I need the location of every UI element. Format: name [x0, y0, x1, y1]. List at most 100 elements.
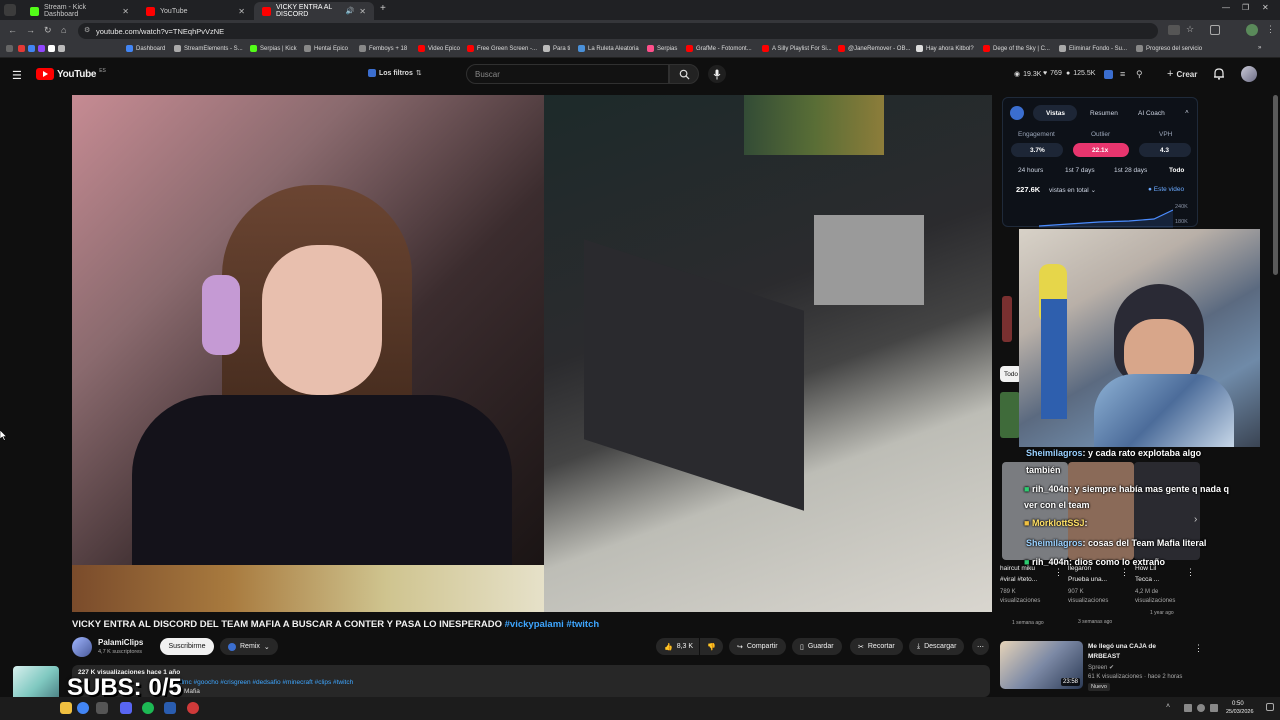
bookmark-item[interactable]: Dashboard: [126, 45, 165, 52]
video-player[interactable]: [72, 95, 992, 612]
rec-video-title-line2[interactable]: MRBEAST: [1088, 653, 1120, 660]
more-actions-button[interactable]: ⋯: [972, 638, 989, 655]
more-icon[interactable]: ⋮: [1054, 567, 1063, 578]
apps-icon[interactable]: [6, 45, 13, 52]
home-icon[interactable]: ⌂: [61, 25, 66, 35]
bookmark-item[interactable]: Femboys + 18: [359, 45, 407, 52]
maximize-button[interactable]: ❐: [1242, 3, 1249, 12]
obs-icon[interactable]: [187, 702, 199, 714]
back-icon[interactable]: ←: [8, 25, 17, 35]
bookmark-item[interactable]: @JaneRemover - OB...: [838, 45, 910, 52]
channel-name[interactable]: PalamiClips: [98, 638, 143, 647]
close-icon[interactable]: ✕: [122, 7, 129, 16]
bookmark-item[interactable]: Dege of the Sky | C...: [983, 45, 1050, 52]
clock-time[interactable]: 0:50: [1232, 701, 1244, 707]
filters-button[interactable]: Los filtros ⇅: [368, 69, 422, 77]
more-icon[interactable]: ⋮: [1194, 643, 1203, 654]
subscribe-button[interactable]: Suscribirme: [160, 638, 214, 655]
tray-icon[interactable]: [1184, 704, 1192, 712]
speaker-icon[interactable]: 🔊: [346, 7, 355, 15]
rec-video-thumbnail[interactable]: 23:58: [1000, 641, 1083, 689]
save-button[interactable]: ▯ Guardar: [792, 638, 842, 655]
like-button[interactable]: 👍 8,3 K: [656, 638, 700, 655]
spotify-icon[interactable]: [142, 702, 154, 714]
tab-search-icon[interactable]: [4, 4, 16, 16]
forward-icon[interactable]: →: [26, 25, 35, 35]
bookmark-item[interactable]: GrafMe - Fotomont...: [686, 45, 752, 52]
star-icon[interactable]: ☆: [1186, 24, 1194, 35]
tab-resumen[interactable]: Resumen: [1090, 110, 1118, 117]
video-hashtags[interactable]: #vickypalami #twitch: [505, 619, 600, 630]
address-bar[interactable]: ⚙ youtube.com/watch?v=TNEqhPvVzNE: [78, 23, 1158, 39]
tab-youtube[interactable]: YouTube ✕: [138, 2, 253, 20]
tab-video[interactable]: VICKY ENTRA AL DISCORD 🔊 ✕: [254, 2, 374, 20]
sliders-icon[interactable]: ≡: [1120, 69, 1125, 79]
notification-center-icon[interactable]: [1266, 703, 1274, 711]
account-avatar[interactable]: [1241, 66, 1257, 82]
window-close-button[interactable]: ✕: [1262, 3, 1269, 12]
bookmark-item[interactable]: Progreso del servicio: [1136, 45, 1202, 52]
bookmark-item[interactable]: StreamElements - S...: [174, 45, 243, 52]
bookmark-item[interactable]: Free Green Screen -...: [467, 45, 537, 52]
tray-chevron-icon[interactable]: ˄: [1166, 703, 1170, 710]
collapse-icon[interactable]: ˄: [1185, 109, 1189, 116]
app-icon[interactable]: [96, 702, 108, 714]
short-title[interactable]: How Lil: [1135, 565, 1156, 572]
rec-video-channel[interactable]: Spreen ✔: [1088, 664, 1114, 671]
bookmark-item[interactable]: La Ruleta Aleatoria: [578, 45, 639, 52]
more-bookmarks-icon[interactable]: »: [1258, 45, 1261, 51]
bookmark-item[interactable]: Hentai Epico: [304, 45, 348, 52]
notifications-button[interactable]: [1213, 67, 1225, 80]
extension-icon[interactable]: [1104, 70, 1113, 79]
minimize-button[interactable]: —: [1222, 3, 1230, 12]
remix-button[interactable]: Remix ⌄: [220, 638, 278, 655]
app-icon[interactable]: [164, 702, 176, 714]
page-scrollbar[interactable]: [1273, 95, 1278, 275]
file-explorer-icon[interactable]: [60, 702, 72, 714]
chrome-icon[interactable]: [77, 702, 89, 714]
bookmark-item[interactable]: Serpias: [647, 45, 677, 52]
channel-avatar[interactable]: [72, 637, 92, 657]
reload-icon[interactable]: ↻: [44, 25, 52, 36]
new-tab-button[interactable]: +: [380, 3, 386, 14]
extensions-icon[interactable]: [1210, 25, 1220, 35]
shorts-thumbnail[interactable]: [1002, 296, 1012, 342]
bookmark-item[interactable]: A Silly Playlist For Si...: [762, 45, 832, 52]
dislike-button[interactable]: 👎: [700, 638, 723, 655]
range-option-active[interactable]: Todo: [1169, 167, 1184, 174]
chevron-right-icon[interactable]: ›: [1194, 514, 1197, 525]
search-button[interactable]: [669, 64, 699, 84]
search-input[interactable]: Buscar: [466, 64, 669, 84]
bookmark-item[interactable]: Video Epico: [418, 45, 460, 52]
shorts-thumbnail[interactable]: [1000, 392, 1020, 438]
menu-icon[interactable]: ⋮: [1266, 24, 1275, 35]
discord-icon[interactable]: [120, 702, 132, 714]
description-box[interactable]: 227 K visualizaciones hace 1 año #lmc #g…: [72, 665, 990, 697]
short-title[interactable]: haircut miku: [1000, 565, 1035, 572]
bookmark-item[interactable]: Hay ahora Kitbol?: [916, 45, 974, 52]
install-icon[interactable]: [1168, 25, 1180, 35]
bookmark-item[interactable]: Eliminar Fondo - Su...: [1059, 45, 1127, 52]
site-info-icon[interactable]: ⚙: [84, 26, 90, 34]
close-icon[interactable]: ✕: [359, 7, 366, 16]
tab-vistas[interactable]: Vistas: [1046, 110, 1065, 117]
download-button[interactable]: ⤓ Descargar: [909, 638, 965, 655]
bookmark-icons[interactable]: [18, 45, 65, 52]
range-option[interactable]: 24 hours: [1018, 167, 1043, 174]
bookmark-item[interactable]: Serpias | Kick: [250, 45, 297, 52]
share-button[interactable]: ↪ Compartir: [729, 638, 786, 655]
clip-button[interactable]: ✂ Recortar: [850, 638, 903, 655]
profile-avatar[interactable]: [1246, 24, 1258, 36]
more-icon[interactable]: ⋮: [1120, 567, 1129, 578]
tab-ai-coach[interactable]: AI Coach: [1138, 110, 1165, 117]
create-button[interactable]: + Crear: [1167, 68, 1197, 80]
bookmark-item[interactable]: Para ti: [543, 45, 570, 52]
clock-date[interactable]: 25/03/2026: [1226, 709, 1254, 715]
pin-icon[interactable]: ⚲: [1136, 69, 1143, 80]
total-views-dropdown[interactable]: vistas en total ⌄: [1049, 186, 1096, 194]
short-title[interactable]: llegaron: [1068, 565, 1091, 572]
rec-video-title[interactable]: Me llegó una CAJA de: [1088, 643, 1156, 650]
wifi-icon[interactable]: [1197, 704, 1205, 712]
more-icon[interactable]: ⋮: [1186, 567, 1195, 578]
close-icon[interactable]: ✕: [238, 7, 245, 16]
